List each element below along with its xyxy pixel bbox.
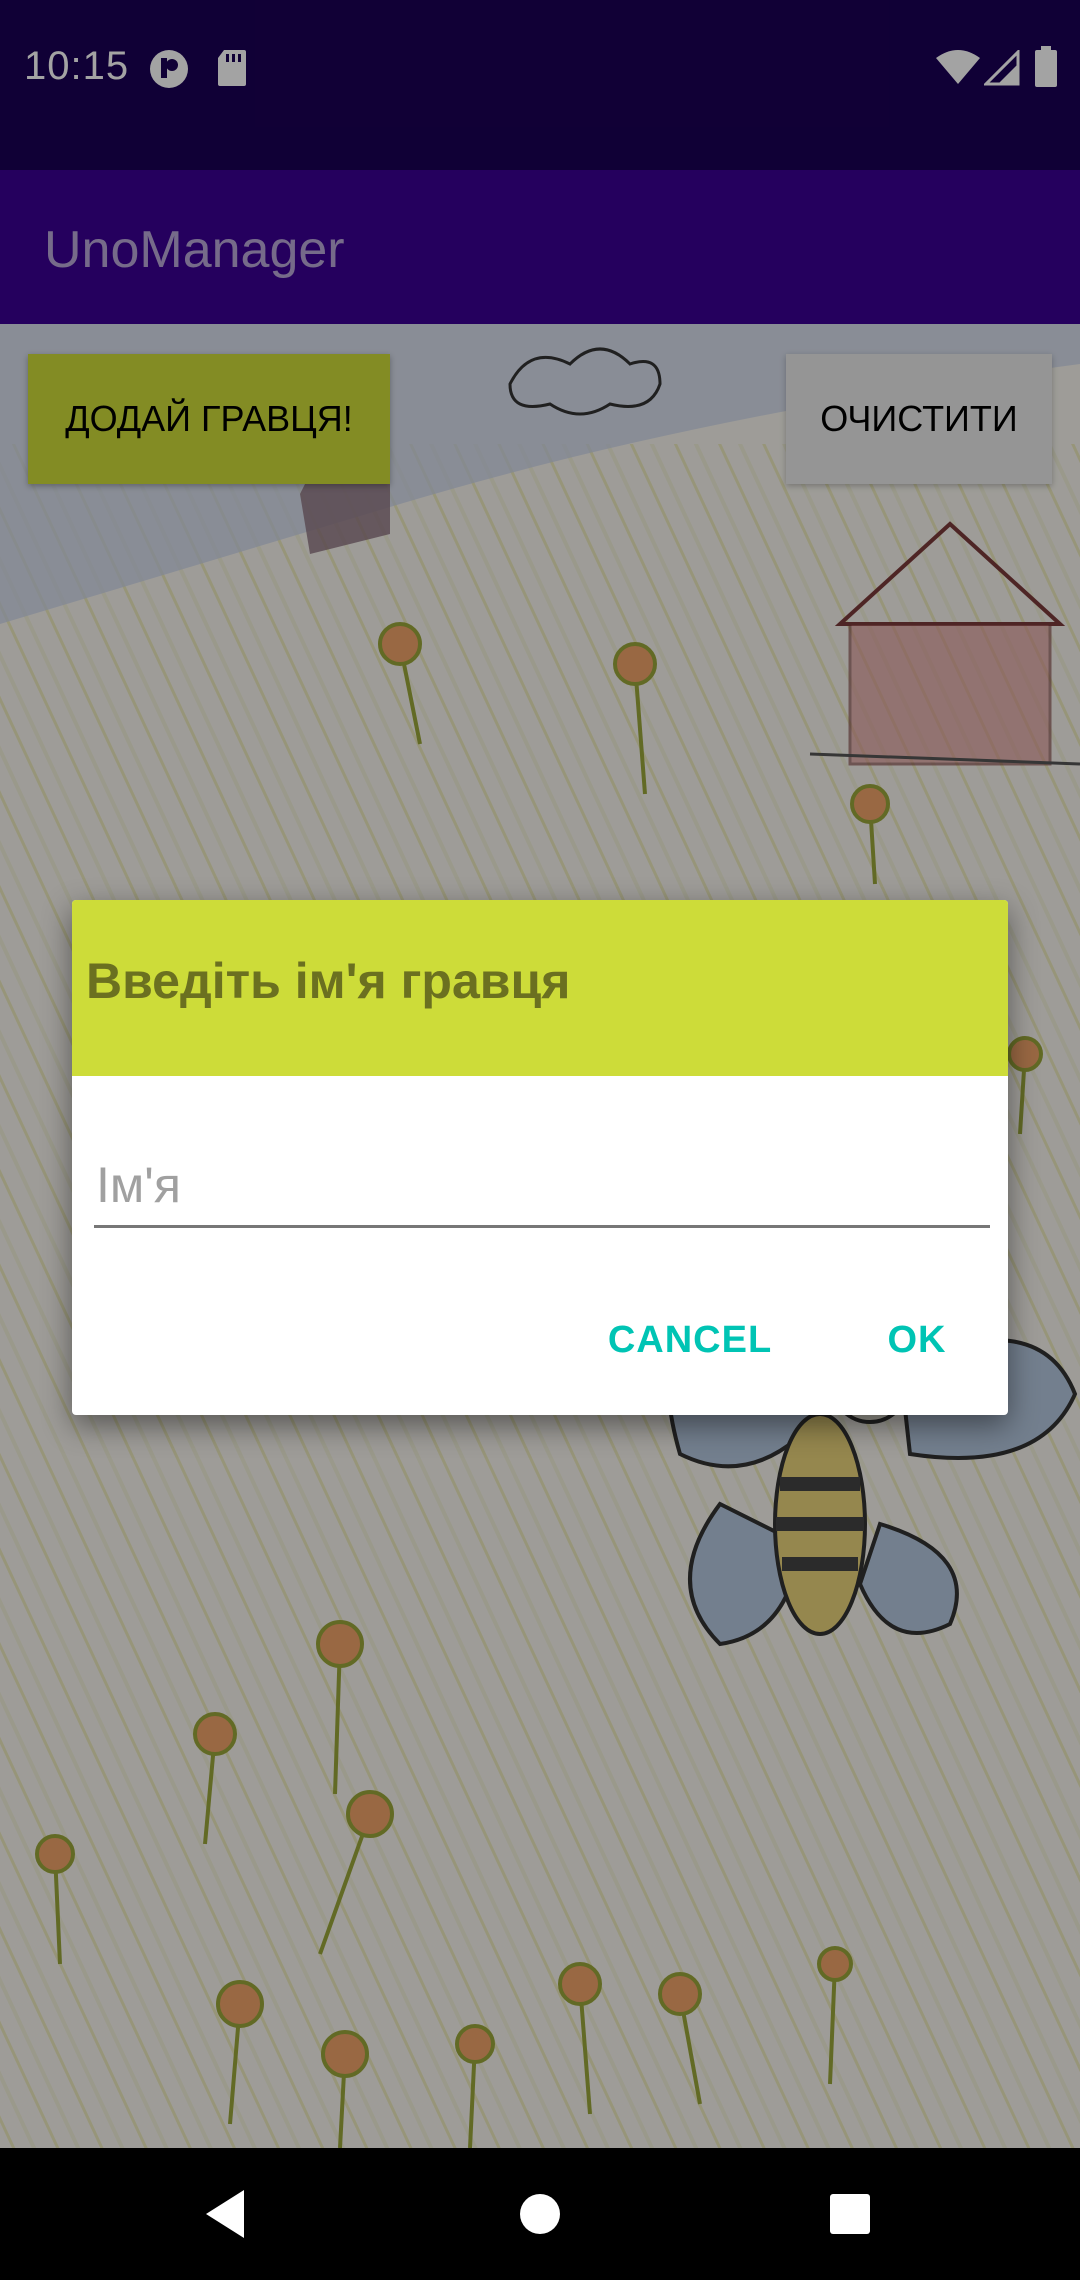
- recents-icon[interactable]: [820, 2184, 880, 2244]
- back-icon[interactable]: [196, 2184, 256, 2244]
- home-icon[interactable]: [510, 2184, 570, 2244]
- navigation-bar: [0, 2148, 1080, 2280]
- ok-button[interactable]: OK: [872, 1295, 962, 1385]
- player-name-input[interactable]: [94, 1145, 990, 1228]
- cancel-button[interactable]: CANCEL: [600, 1295, 780, 1385]
- screen: 10:15 UnoManager ДОДАЙ ГРАВЦЯ! ОЧИСТИТИ …: [0, 0, 1080, 2280]
- dialog-header: Введіть ім'я гравця: [72, 900, 1008, 1076]
- add-player-dialog: Введіть ім'я гравця CANCEL OK: [72, 900, 1008, 1415]
- dialog-title: Введіть ім'я гравця: [86, 953, 571, 1009]
